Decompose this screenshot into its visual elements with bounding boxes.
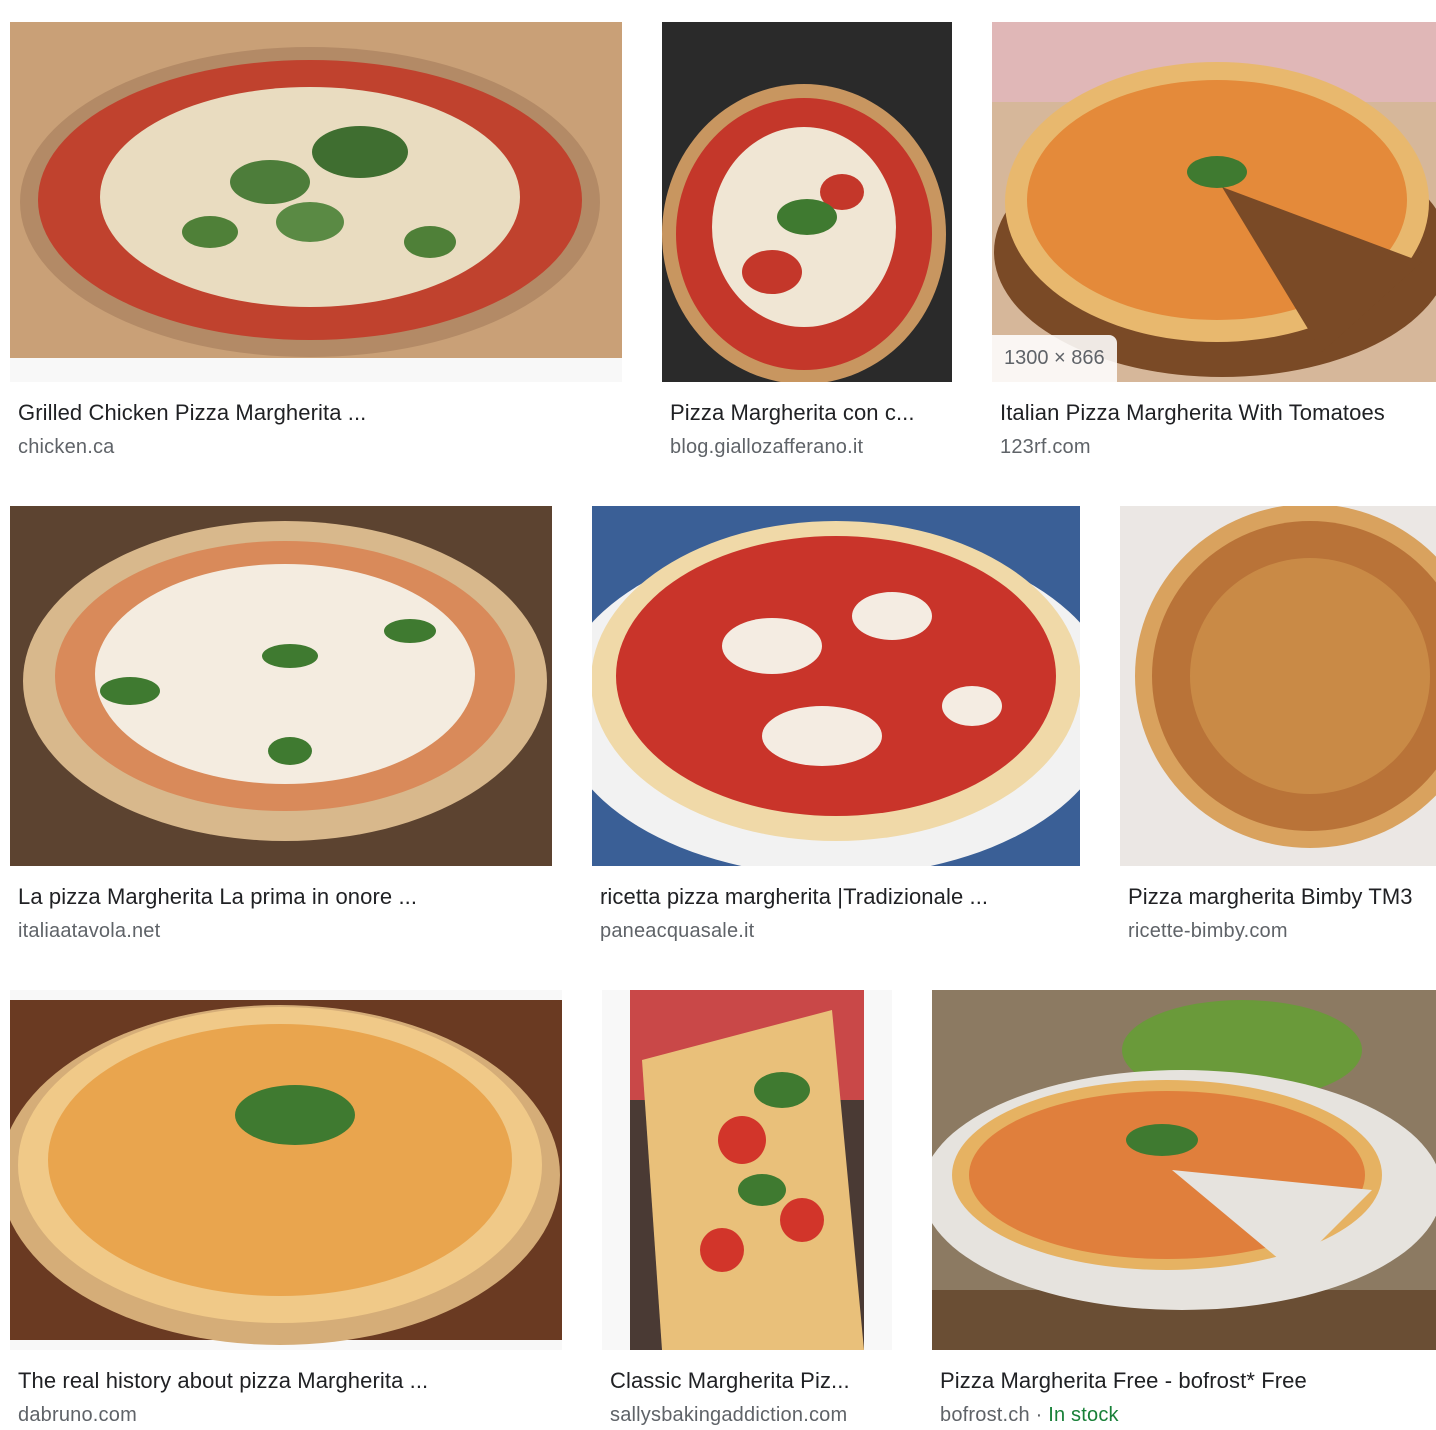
result-thumbnail[interactable]	[592, 506, 1080, 866]
result-source-line: bofrost.ch · In stock	[940, 1404, 1436, 1427]
result-source[interactable]: italiaatavola.net	[18, 920, 548, 943]
pizza-margherita-dark-image	[662, 22, 952, 382]
pizza-sliced-board-image	[992, 22, 1436, 382]
pizza-chicken-image	[10, 22, 622, 382]
result-thumbnail[interactable]: 1300 × 866	[992, 22, 1436, 382]
result-source[interactable]: chicken.ca	[18, 436, 618, 459]
result-thumbnail[interactable]	[602, 990, 892, 1350]
result-title[interactable]: Classic Margherita Piz...	[610, 1368, 884, 1394]
result-thumbnail[interactable]	[10, 22, 622, 382]
pizza-cheese-basil-image	[10, 990, 562, 1350]
result-title[interactable]: ricetta pizza margherita |Tradizionale .…	[600, 884, 1076, 910]
pizza-blue-plate-image	[592, 506, 1080, 866]
result-title[interactable]: Pizza margherita Bimby TM3	[1128, 884, 1436, 910]
stock-status-badge: In stock	[1048, 1404, 1119, 1426]
result-title[interactable]: Grilled Chicken Pizza Margherita ...	[18, 400, 618, 426]
separator-dot: ·	[1029, 1404, 1049, 1426]
result-source[interactable]: sallysbakingaddiction.com	[610, 1404, 900, 1427]
result-thumbnail[interactable]	[662, 22, 952, 382]
result-source[interactable]: bofrost.ch	[940, 1404, 1030, 1426]
pizza-golden-image	[1120, 506, 1436, 866]
result-title[interactable]: La pizza Margherita La prima in onore ..…	[18, 884, 548, 910]
image-dimensions-badge: 1300 × 866	[992, 335, 1117, 382]
result-source[interactable]: paneacquasale.it	[600, 920, 1076, 943]
result-title[interactable]: Pizza Margherita con c...	[670, 400, 944, 426]
result-thumbnail[interactable]	[10, 506, 552, 866]
result-source[interactable]: 123rf.com	[1000, 436, 1436, 459]
result-title[interactable]: Pizza Margherita Free - bofrost* Free	[940, 1368, 1436, 1394]
result-source[interactable]: dabruno.com	[18, 1404, 558, 1427]
result-source[interactable]: ricette-bimby.com	[1128, 920, 1436, 943]
result-thumbnail[interactable]	[10, 990, 562, 1350]
pizza-slices-image	[602, 990, 892, 1350]
result-thumbnail[interactable]	[1120, 506, 1436, 866]
result-title[interactable]: Italian Pizza Margherita With Tomatoes	[1000, 400, 1436, 426]
result-thumbnail[interactable]	[932, 990, 1436, 1350]
pizza-basil-wood-image	[10, 506, 552, 866]
result-title[interactable]: The real history about pizza Margherita …	[18, 1368, 558, 1394]
frozen-pizza-plate-image	[932, 990, 1436, 1350]
result-source[interactable]: blog.giallozafferano.it	[670, 436, 944, 459]
